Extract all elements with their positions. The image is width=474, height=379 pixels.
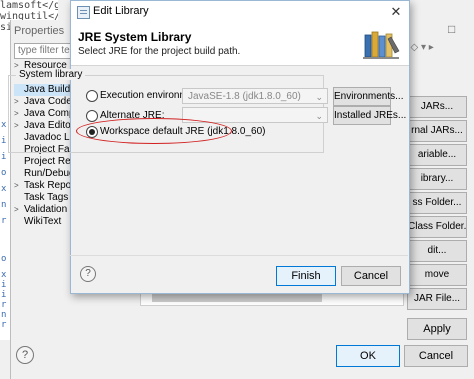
tree-item-label: Validation bbox=[24, 204, 68, 215]
tree-item-run-debug[interactable]: Run/Debug bbox=[14, 168, 75, 180]
add-jars-button[interactable]: JARs... bbox=[407, 96, 467, 118]
gutter-char: r bbox=[1, 320, 7, 330]
gutter-char: x bbox=[1, 270, 7, 280]
execution-environment-value: JavaSE-1.8 (jdk1.8.0_60) bbox=[188, 91, 301, 102]
expand-arrow-icon[interactable]: > bbox=[14, 204, 24, 216]
properties-window-title: Properties fo bbox=[14, 25, 65, 55]
tree-item-label: WikiText bbox=[24, 216, 62, 227]
filter-input[interactable]: type filter text bbox=[14, 43, 75, 59]
scrollbar-thumb[interactable] bbox=[152, 294, 322, 302]
remove-button[interactable]: move bbox=[407, 264, 467, 286]
add-external-class-folder-button[interactable]: Class Folder... bbox=[407, 216, 467, 238]
tree-item-task-repository[interactable]: > Task Reposit bbox=[14, 180, 76, 192]
header-title: JRE System Library bbox=[78, 30, 192, 44]
gutter-char: r bbox=[1, 300, 7, 310]
gutter-char: x bbox=[1, 184, 7, 194]
gutter-char: i bbox=[1, 280, 7, 290]
tree-item-task-tags[interactable]: Task Tags bbox=[14, 192, 68, 204]
dialog-header: JRE System Library Select JRE for the pr… bbox=[71, 23, 409, 66]
tree-item-label: Run/Debug bbox=[24, 168, 75, 179]
add-class-folder-button[interactable]: ss Folder... bbox=[407, 192, 467, 214]
gutter-char: o bbox=[1, 254, 7, 264]
gutter-char: i bbox=[1, 152, 7, 162]
tree-item-project-references[interactable]: Project Refer bbox=[14, 156, 76, 168]
expand-arrow-icon[interactable]: > bbox=[14, 180, 24, 192]
gutter-char: n bbox=[1, 310, 7, 320]
tree-item-label: Task Tags bbox=[24, 192, 69, 203]
add-external-jars-button[interactable]: rnal JARs... bbox=[407, 120, 467, 142]
edit-button[interactable]: dit... bbox=[407, 240, 467, 262]
ok-button[interactable]: OK bbox=[336, 345, 400, 367]
installed-jres-button[interactable]: Installed JREs... bbox=[333, 106, 406, 125]
gutter-char: r bbox=[1, 216, 7, 226]
dialog-help-icon[interactable]: ? bbox=[80, 266, 96, 282]
execution-environment-combo[interactable]: JavaSE-1.8 (jdk1.8.0_60) ⌄ bbox=[182, 88, 328, 104]
tree-item-wikitext[interactable]: WikiText bbox=[14, 216, 61, 228]
dialog-titlebar[interactable]: Edit Library ✕ bbox=[71, 1, 409, 23]
header-description: Select JRE for the project build path. bbox=[78, 46, 241, 57]
cancel-button[interactable]: Cancel bbox=[404, 345, 468, 367]
system-library-label: System library bbox=[16, 69, 86, 80]
environments-button[interactable]: Environments... bbox=[333, 87, 403, 106]
add-library-button[interactable]: ibrary... bbox=[407, 168, 467, 190]
window-icon bbox=[77, 6, 90, 19]
dialog-title: Edit Library bbox=[93, 5, 149, 17]
help-icon[interactable]: ? bbox=[16, 346, 34, 364]
execution-environment-radio[interactable] bbox=[86, 90, 98, 102]
chevron-down-icon: ⌄ bbox=[315, 111, 323, 121]
finish-button[interactable]: Finish bbox=[276, 266, 336, 286]
highlight-ellipse bbox=[76, 118, 232, 144]
tree-item-label: Task Reposit bbox=[24, 180, 76, 191]
library-books-icon bbox=[363, 31, 400, 59]
gutter-char: i bbox=[1, 136, 7, 146]
dialog-cancel-button[interactable]: Cancel bbox=[341, 266, 401, 286]
migrate-jar-file-button[interactable]: JAR File... bbox=[407, 288, 467, 310]
tree-item-label: Project Refer bbox=[24, 156, 76, 167]
gutter-char: o bbox=[1, 168, 7, 178]
build-path-buttons: JARs... rnal JARs... ariable... ibrary..… bbox=[407, 42, 474, 342]
gutter-char: i bbox=[1, 290, 7, 300]
apply-button[interactable]: Apply bbox=[407, 318, 467, 340]
maximize-icon[interactable]: □ bbox=[448, 22, 466, 36]
gutter-char: x bbox=[1, 120, 7, 130]
gutter-char: n bbox=[1, 200, 7, 210]
editor-line: lamsoft</group bbox=[0, 0, 58, 11]
alternate-jre-radio[interactable] bbox=[86, 110, 98, 122]
dialog-footer-divider bbox=[70, 255, 408, 256]
tree-item-validation[interactable]: > Validation bbox=[14, 204, 67, 216]
add-variable-button[interactable]: ariable... bbox=[407, 144, 467, 166]
chevron-down-icon: ⌄ bbox=[315, 92, 323, 102]
close-icon[interactable]: ✕ bbox=[385, 2, 407, 22]
